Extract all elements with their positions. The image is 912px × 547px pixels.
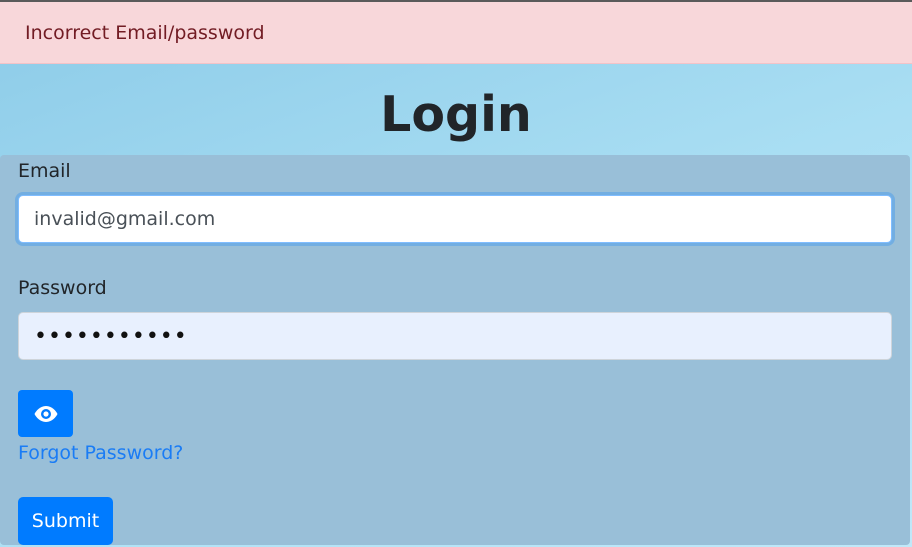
- email-field[interactable]: [18, 195, 892, 243]
- error-alert: Incorrect Email/password: [0, 2, 912, 64]
- page-title: Login: [380, 86, 532, 143]
- password-label: Password: [18, 277, 107, 299]
- forgot-password-link[interactable]: Forgot Password?: [18, 442, 183, 464]
- eye-icon: [34, 405, 57, 422]
- alert-message: Incorrect Email/password: [25, 22, 265, 44]
- submit-button[interactable]: Submit: [18, 497, 113, 545]
- password-field[interactable]: [18, 312, 892, 360]
- show-password-button[interactable]: [18, 390, 73, 437]
- email-label: Email: [18, 160, 71, 182]
